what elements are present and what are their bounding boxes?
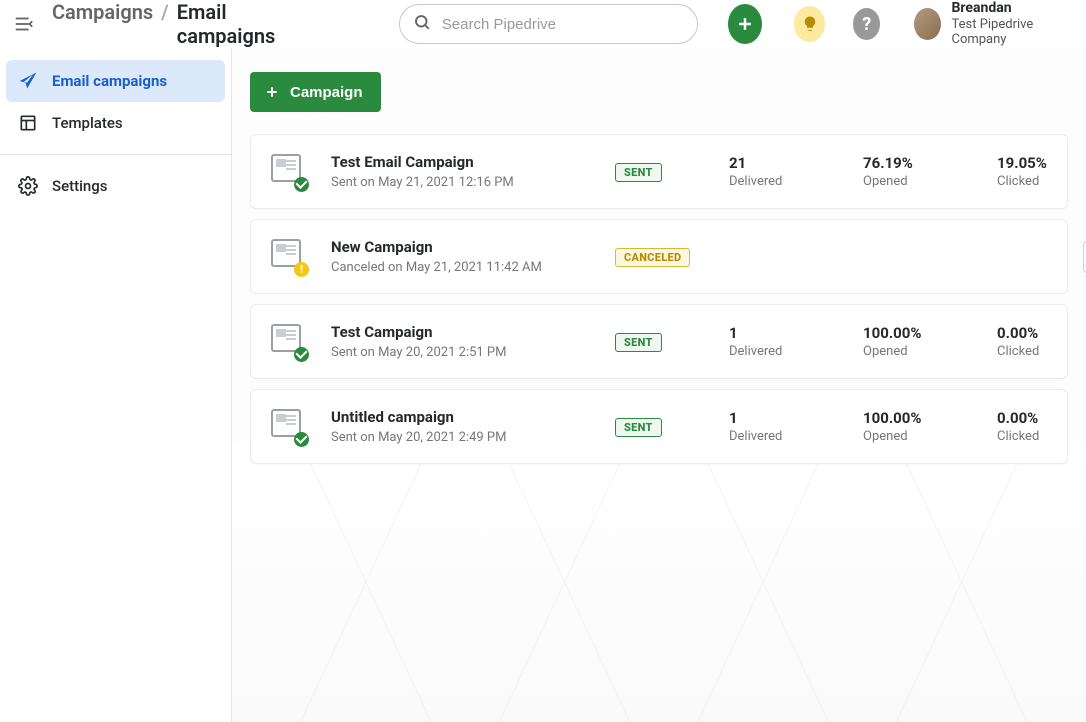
metric-value: 0.00% bbox=[997, 324, 1086, 342]
metric-value: 0.00% bbox=[997, 409, 1086, 427]
status-badge: SENT bbox=[615, 418, 662, 437]
sidebar-item-settings[interactable]: Settings bbox=[6, 165, 225, 207]
breadcrumb: Campaigns / Email campaigns bbox=[52, 0, 290, 48]
search-container bbox=[399, 4, 698, 44]
campaign-row: Untitled campaign Sent on May 20, 2021 2… bbox=[250, 389, 1068, 464]
lightbulb-icon bbox=[801, 15, 819, 33]
breadcrumb-current: Email campaigns bbox=[177, 0, 290, 48]
search-icon bbox=[413, 13, 431, 35]
metric-value: 76.19% bbox=[863, 154, 973, 172]
campaign-thumb bbox=[271, 409, 307, 445]
metric-label: Clicked bbox=[997, 174, 1086, 189]
metric-opened: 76.19% Opened bbox=[863, 154, 973, 189]
campaign-subtitle: Sent on May 20, 2021 2:51 PM bbox=[331, 345, 591, 360]
new-campaign-label: Campaign bbox=[290, 84, 363, 101]
campaign-list: Test Email Campaign Sent on May 21, 2021… bbox=[250, 134, 1068, 464]
tips-button[interactable] bbox=[794, 6, 825, 42]
metric-label: Opened bbox=[863, 174, 973, 189]
metric-label: Clicked bbox=[997, 429, 1086, 444]
status-badge: SENT bbox=[615, 333, 662, 352]
plus-icon bbox=[264, 84, 280, 100]
metric-clicked: 0.00% Clicked bbox=[997, 409, 1086, 444]
search-input[interactable] bbox=[399, 4, 698, 44]
sidebar-separator bbox=[0, 154, 231, 155]
metric-label: Delivered bbox=[729, 429, 839, 444]
metric-label: Opened bbox=[863, 344, 973, 359]
status-badge: SENT bbox=[615, 163, 662, 182]
sidebar-item-label: Templates bbox=[52, 114, 123, 132]
metric-opened: 100.00% Opened bbox=[863, 409, 973, 444]
breadcrumb-parent[interactable]: Campaigns bbox=[52, 0, 153, 24]
user-name: Breandan bbox=[951, 0, 1070, 17]
metric-value: 21 bbox=[729, 154, 839, 172]
campaign-thumb bbox=[271, 324, 307, 360]
metric-delivered: 21 Delivered bbox=[729, 154, 839, 189]
campaign-title[interactable]: Test Campaign bbox=[331, 323, 591, 341]
plus-icon bbox=[735, 14, 755, 34]
sidebar: Email campaigns Templates Settings bbox=[0, 48, 232, 722]
menu-collapse-icon bbox=[13, 13, 35, 35]
campaign-row: Test Campaign Sent on May 20, 2021 2:51 … bbox=[250, 304, 1068, 379]
metric-delivered: 1 Delivered bbox=[729, 409, 839, 444]
campaign-title[interactable]: New Campaign bbox=[331, 238, 591, 256]
avatar bbox=[914, 8, 941, 40]
campaign-subtitle: Sent on May 21, 2021 12:16 PM bbox=[331, 175, 591, 190]
user-menu[interactable]: Breandan Test Pipedrive Company bbox=[914, 0, 1070, 48]
campaign-thumb bbox=[271, 154, 307, 190]
sidebar-item-label: Settings bbox=[52, 177, 108, 195]
metric-delivered: 1 Delivered bbox=[729, 324, 839, 359]
metric-label: Delivered bbox=[729, 344, 839, 359]
campaign-subtitle: Sent on May 20, 2021 2:49 PM bbox=[331, 430, 591, 445]
sidebar-item-templates[interactable]: Templates bbox=[6, 102, 225, 144]
check-circle-icon bbox=[294, 432, 309, 447]
template-icon bbox=[18, 113, 38, 133]
check-circle-icon bbox=[294, 347, 309, 362]
help-icon: ? bbox=[862, 14, 871, 35]
metric-value: 100.00% bbox=[863, 409, 973, 427]
campaign-title[interactable]: Untitled campaign bbox=[331, 408, 591, 426]
metric-label: Delivered bbox=[729, 174, 839, 189]
metric-label: Opened bbox=[863, 429, 973, 444]
user-company: Test Pipedrive Company bbox=[951, 17, 1070, 48]
topbar: Campaigns / Email campaigns ? Breandan T… bbox=[0, 0, 1086, 48]
campaign-row: New Campaign Canceled on May 21, 2021 11… bbox=[250, 219, 1068, 294]
campaign-subtitle: Canceled on May 21, 2021 11:42 AM bbox=[331, 260, 591, 275]
email-send-icon bbox=[18, 71, 38, 91]
campaign-row: Test Email Campaign Sent on May 21, 2021… bbox=[250, 134, 1068, 209]
metric-label: Clicked bbox=[997, 344, 1086, 359]
metric-opened: 100.00% Opened bbox=[863, 324, 973, 359]
new-campaign-button[interactable]: Campaign bbox=[250, 72, 381, 112]
metric-clicked: 19.05% Clicked bbox=[997, 154, 1086, 189]
sidebar-item-label: Email campaigns bbox=[52, 72, 167, 90]
metric-value: 1 bbox=[729, 324, 839, 342]
campaign-title[interactable]: Test Email Campaign bbox=[331, 153, 591, 171]
status-badge: CANCELED bbox=[615, 248, 690, 267]
metric-value: 19.05% bbox=[997, 154, 1086, 172]
check-circle-icon bbox=[294, 177, 309, 192]
breadcrumb-sep: / bbox=[161, 0, 169, 24]
campaign-thumb bbox=[271, 239, 307, 275]
warning-icon bbox=[294, 262, 309, 277]
gear-icon bbox=[18, 176, 38, 196]
metric-clicked: 0.00% Clicked bbox=[997, 324, 1086, 359]
quick-add-button[interactable] bbox=[728, 4, 762, 44]
sidebar-item-email-campaigns[interactable]: Email campaigns bbox=[6, 60, 225, 102]
menu-toggle-button[interactable] bbox=[12, 10, 36, 38]
decorative-bg bbox=[232, 442, 1086, 722]
metric-value: 100.00% bbox=[863, 324, 973, 342]
metric-value: 1 bbox=[729, 409, 839, 427]
help-button[interactable]: ? bbox=[853, 8, 880, 40]
main-content: Campaign Test Email Campaign Sent on May… bbox=[232, 48, 1086, 722]
